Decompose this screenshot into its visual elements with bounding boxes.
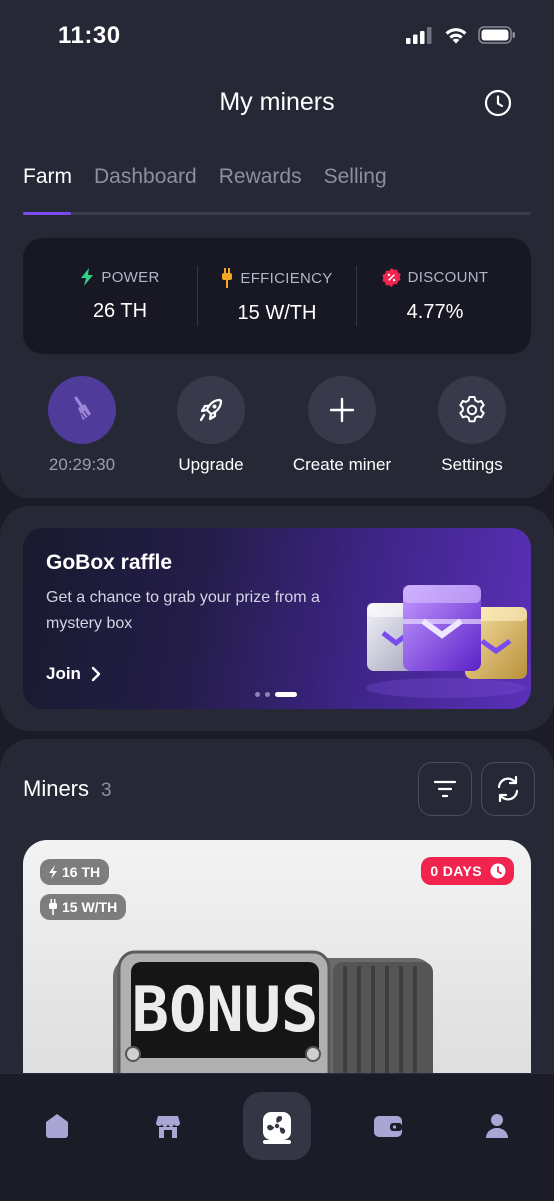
banner-description: Get a chance to grab your prize from a m… [46,589,320,632]
wifi-icon [445,28,467,44]
join-button[interactable]: Join [46,664,101,684]
lightning-icon [49,865,57,879]
settings-label: Settings [441,455,503,474]
tab-dashboard[interactable]: Dashboard [94,165,197,189]
banner-title: GoBox raffle [46,551,173,574]
miners-count: 3 [101,780,112,801]
tab-farm[interactable]: Farm [23,165,72,189]
home-icon [46,1114,68,1138]
efficiency-value: 15 W/TH [237,302,317,324]
discount-stat: DISCOUNT 4.77% [360,268,510,324]
battery-icon [478,26,515,44]
store-icon [156,1116,180,1138]
discount-value: 4.77% [406,301,464,323]
mystery-boxes-image [366,585,527,698]
upgrade-button[interactable]: Upgrade [141,376,281,475]
gobox-raffle-banner[interactable]: GoBox raffle Get a chance to grab your p… [23,528,531,709]
discount-badge-icon [382,268,401,287]
pagination-dot-active[interactable] [275,692,297,697]
discount-label: DISCOUNT [407,269,489,286]
bottom-nav [0,1073,554,1201]
miner-screen-text: BONUS [132,973,319,1046]
refresh-icon [497,775,519,803]
cleaning-timer-label: 20:29:30 [48,455,116,474]
settings-button[interactable]: Settings [402,376,542,475]
filter-icon [433,780,457,798]
broom-icon [74,396,91,420]
chevron-right-icon [91,666,101,682]
nav-wallet[interactable] [354,1092,422,1160]
efficiency-stat: EFFICIENCY 15 W/TH [202,268,352,325]
days-label: 0 DAYS [430,863,482,879]
tab-rewards[interactable]: Rewards [219,165,302,189]
refresh-button[interactable] [481,762,535,816]
miner-power: 16 TH [62,864,101,880]
join-label: Join [46,664,81,683]
stat-divider [197,266,198,326]
miners-title: Miners [23,776,90,801]
miner-efficiency: 15 W/TH [62,899,118,915]
nav-profile[interactable] [463,1092,531,1160]
nav-home[interactable] [23,1092,91,1160]
miners-header: Miners 3 [23,776,112,802]
status-bar: 11:30 [0,22,554,52]
gear-icon [459,396,485,423]
lightning-icon [81,268,94,286]
create-miner-label: Create miner [292,455,392,474]
clock-icon [490,863,506,879]
stat-divider [356,266,357,326]
nav-store[interactable] [134,1092,202,1160]
history-button[interactable] [484,89,512,117]
stats-card: POWER 26 TH EFFICIENCY 15 W/TH DISCOUNT … [23,238,531,354]
page-title: My miners [219,88,335,116]
days-badge: 0 DAYS [421,857,514,885]
upgrade-label: Upgrade [178,455,244,474]
power-label: POWER [101,268,160,286]
filter-button[interactable] [418,762,472,816]
banner-pagination[interactable] [255,692,297,697]
active-nav-indicator [263,1140,291,1144]
tab-bar: Farm Dashboard Rewards Selling [23,165,387,189]
status-time: 11:30 [58,22,121,49]
efficiency-label: EFFICIENCY [240,269,333,287]
create-miner-button[interactable]: Create miner [272,376,412,475]
power-stat: POWER 26 TH [45,268,195,323]
cleaning-timer-button[interactable]: 20:29:30 [12,376,152,475]
pagination-dot[interactable] [255,692,260,697]
active-tab-indicator [23,212,71,215]
nav-miners[interactable] [243,1092,311,1160]
plug-icon [49,899,57,915]
profile-icon [486,1114,508,1138]
miner-card[interactable]: 16 TH 15 W/TH 0 DAYS BONUS [23,840,531,1100]
fan-icon [263,1112,291,1140]
plus-icon [329,397,355,423]
status-icons [406,26,516,44]
power-value: 26 TH [92,300,148,322]
pagination-dot[interactable] [265,692,270,697]
signal-icon [406,27,432,44]
wallet-icon [374,1116,402,1137]
miner-efficiency-chip: 15 W/TH [40,894,127,920]
plug-icon [222,268,233,288]
rocket-icon [199,398,223,422]
tab-selling[interactable]: Selling [324,165,387,189]
miner-power-chip: 16 TH [40,859,110,885]
tab-underline [23,212,531,215]
